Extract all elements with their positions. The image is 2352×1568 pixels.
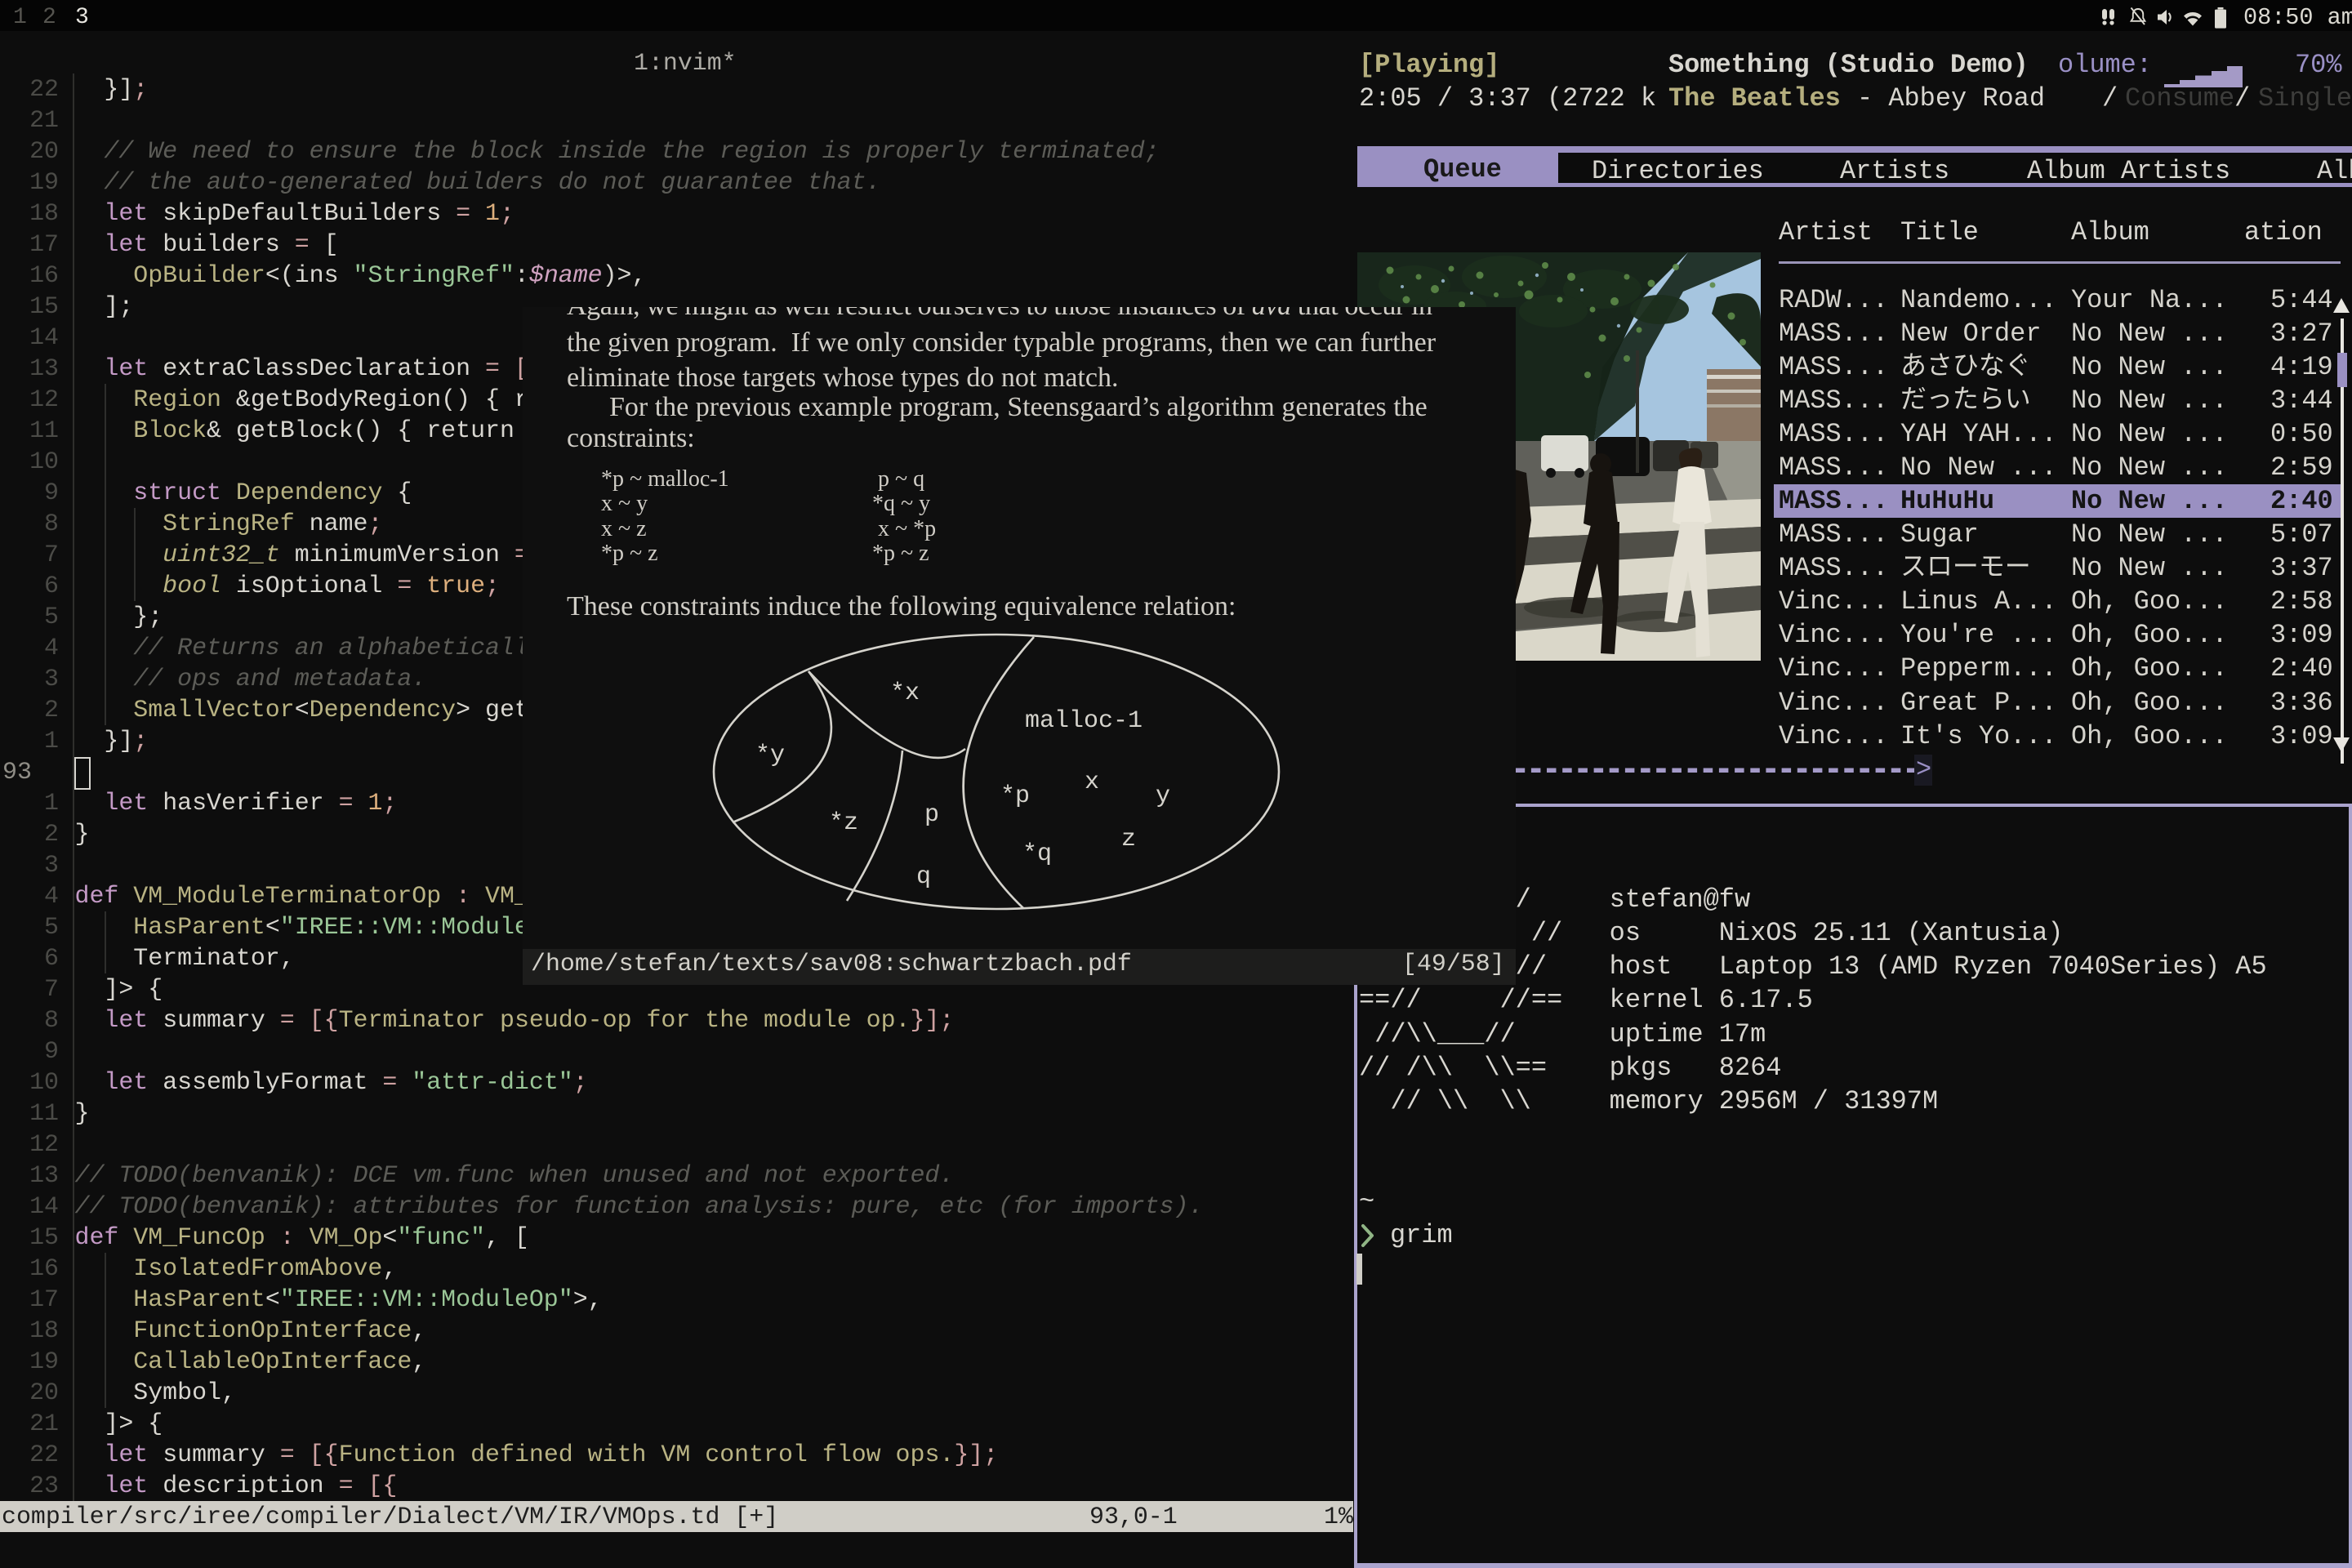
svg-text:x: x xyxy=(1085,768,1099,796)
svg-text:y: y xyxy=(1156,782,1170,810)
svg-text:malloc-1: malloc-1 xyxy=(1025,707,1143,735)
svg-text:q: q xyxy=(916,863,931,891)
svg-text:p: p xyxy=(924,801,939,829)
svg-text:*x: *x xyxy=(890,679,920,707)
svg-text:z: z xyxy=(1121,826,1136,853)
svg-text:*p: *p xyxy=(1000,782,1030,810)
svg-text:*q: *q xyxy=(1022,840,1052,868)
svg-text:*z: *z xyxy=(829,809,858,837)
svg-text:*y: *y xyxy=(755,742,785,769)
